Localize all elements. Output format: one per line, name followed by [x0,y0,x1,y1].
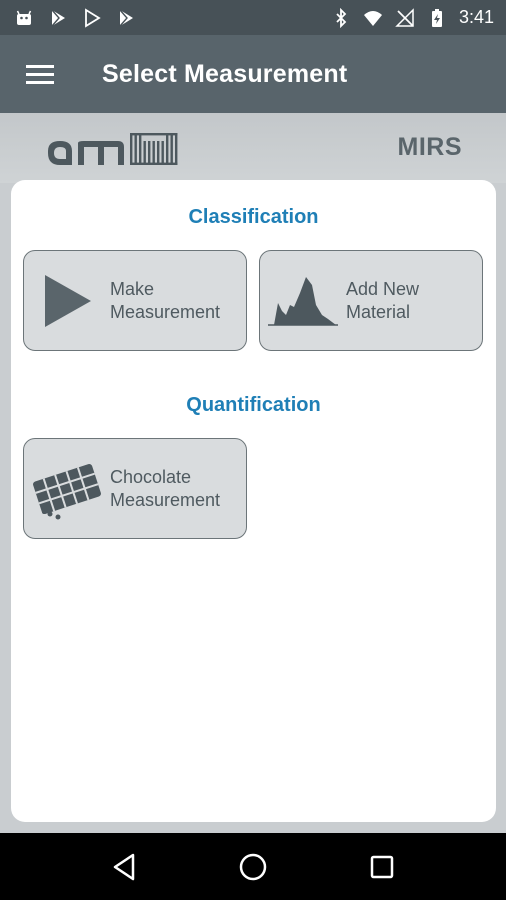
make-measurement-button[interactable]: Make Measurement [23,250,247,351]
no-signal-icon [395,7,415,28]
recents-button[interactable] [352,837,412,897]
bluetooth-icon [331,7,351,28]
hamburger-menu-button[interactable] [0,35,80,113]
app-toolbar: Select Measurement [0,35,506,113]
chocolate-measurement-label: Chocolate Measurement [110,466,221,510]
clock-time: 3:41 [458,7,494,27]
battery-charging-icon [427,8,447,28]
chocolate-measurement-button[interactable]: Chocolate Measurement [23,438,247,539]
add-new-material-button[interactable]: Add New Material [259,250,483,351]
recents-icon [370,855,393,878]
play-store-outline-icon [82,7,102,28]
chocolate-bar-icon [24,439,110,538]
make-measurement-label: Make Measurement [110,278,221,322]
spectrum-icon [260,251,346,350]
hamburger-menu-icon [26,65,54,84]
classification-heading: Classification [188,206,319,228]
play-icon [24,251,110,350]
measurement-card: Classification Make Measurement Add New … [11,180,496,822]
play-store-icon [48,8,68,28]
quantification-heading: Quantification [186,394,321,416]
back-icon [114,853,135,880]
notification-icons [14,7,136,28]
play-store-icon [116,8,136,28]
back-button[interactable] [94,837,154,897]
system-icons: 3:41 [331,7,494,28]
home-icon [239,853,267,880]
system-nav-bar [0,833,506,900]
product-name: MIRS [397,133,462,161]
wifi-icon [363,8,383,28]
page-title: Select Measurement [102,59,348,88]
ams-logo [48,133,178,165]
brand-header: MIRS [0,113,506,183]
status-bar: 3:41 [0,0,506,35]
android-icon [14,8,34,28]
home-button[interactable] [223,837,283,897]
add-new-material-label: Add New Material [346,278,420,322]
